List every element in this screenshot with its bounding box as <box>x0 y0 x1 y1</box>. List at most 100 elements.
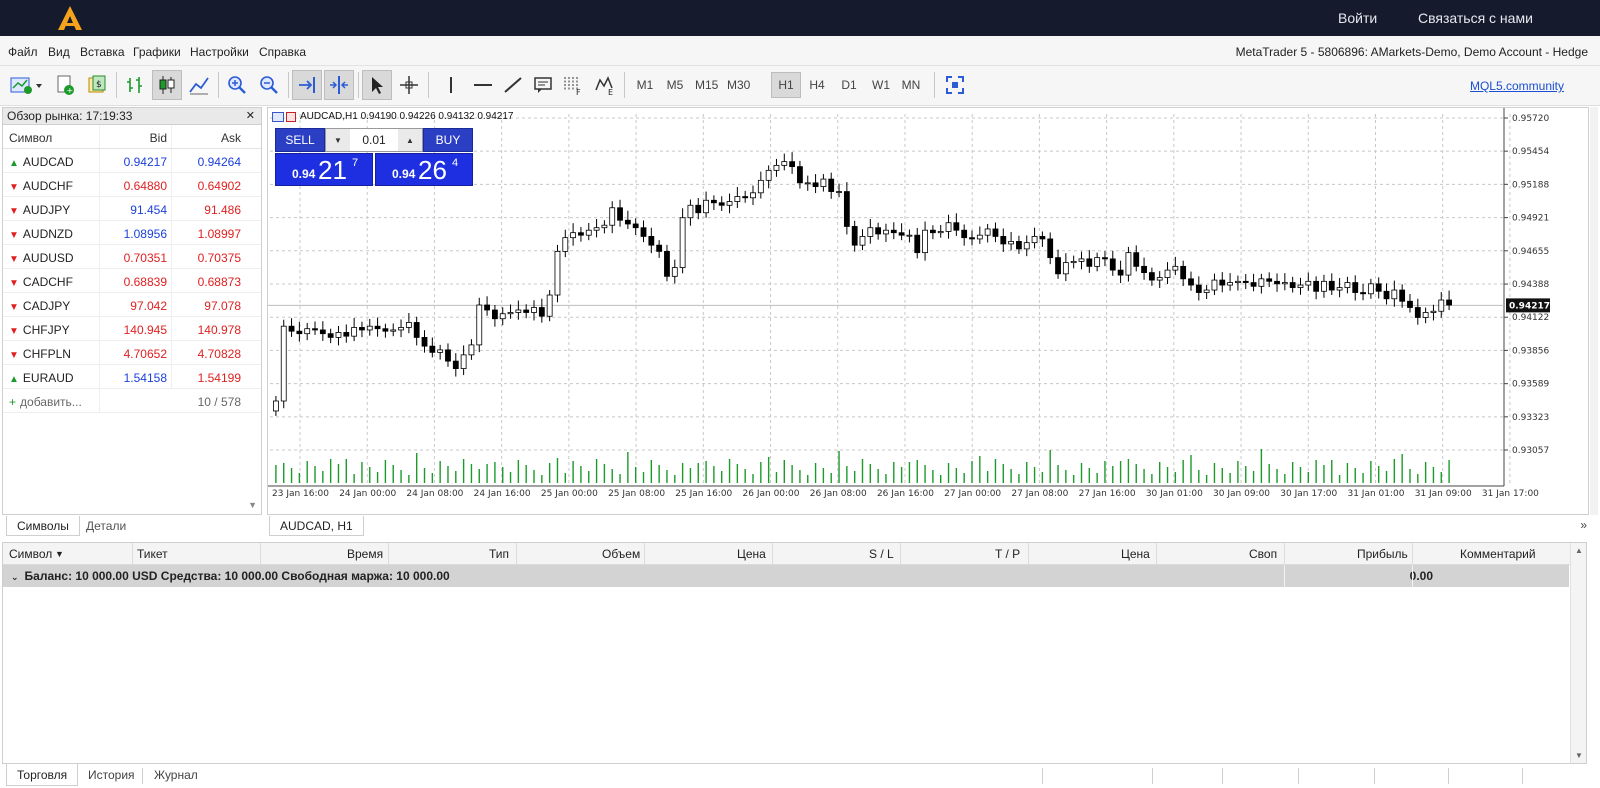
close-icon[interactable]: ✕ <box>246 109 255 122</box>
chart-shift-icon[interactable] <box>324 70 354 100</box>
lot-value[interactable]: 0.01 <box>350 133 398 147</box>
buy-price-box[interactable]: 0.94 26 4 <box>375 153 473 186</box>
scroll-up-icon[interactable]: ▲ <box>1575 546 1583 555</box>
menu-settings[interactable]: Настройки <box>190 45 249 59</box>
market-watch-row[interactable]: ▼ CADJPY 97.042 97.078 <box>3 293 261 317</box>
tf-m5[interactable]: M5 <box>662 72 688 98</box>
mql5-community-link[interactable]: MQL5.community <box>1470 79 1564 93</box>
menu-view[interactable]: Вид <box>48 45 70 59</box>
market-watch-row[interactable]: ▼ AUDUSD 0.70351 0.70375 <box>3 245 261 269</box>
candle-body <box>953 222 960 231</box>
right-scrollbar[interactable] <box>1590 107 1598 515</box>
header-sl[interactable]: S / L <box>869 547 894 561</box>
horizontal-line-icon[interactable] <box>468 70 498 100</box>
collapse-icon[interactable]: ⌄ <box>11 572 19 582</box>
header-volume[interactable]: Объем <box>602 547 640 561</box>
add-symbol-row[interactable]: + добавить... 10 / 578 <box>3 389 261 413</box>
tab-symbols[interactable]: Символы <box>6 516 80 536</box>
tf-h1[interactable]: H1 <box>771 72 801 98</box>
x-tick-label: 31 Jan 09:00 <box>1415 489 1472 499</box>
scroll-down-icon[interactable]: ▼ <box>248 500 257 510</box>
menu-insert[interactable]: Вставка <box>80 45 125 59</box>
buy-button[interactable]: BUY <box>423 128 473 152</box>
header-price[interactable]: Цена <box>737 547 766 561</box>
x-tick-label: 25 Jan 08:00 <box>608 489 665 499</box>
header-ticket[interactable]: Тикет <box>137 547 168 561</box>
header-profit[interactable]: Прибыль <box>1357 547 1408 561</box>
cursor-icon[interactable] <box>362 70 392 100</box>
chart-tab-audcad[interactable]: AUDCAD, H1 <box>269 516 364 536</box>
bid-column-header[interactable]: Bid <box>99 131 167 145</box>
candle-body <box>1008 241 1015 245</box>
header-comment[interactable]: Комментарий <box>1460 547 1536 561</box>
market-watch-row[interactable]: ▼ AUDJPY 91.454 91.486 <box>3 197 261 221</box>
new-chart-icon[interactable] <box>6 70 46 100</box>
market-watch-row[interactable]: ▼ CADCHF 0.68839 0.68873 <box>3 269 261 293</box>
algo-trading-icon[interactable]: $ <box>82 70 112 100</box>
fibonacci-icon[interactable]: F <box>558 70 588 100</box>
tab-history[interactable]: История <box>78 764 145 786</box>
market-watch-row[interactable]: ▲ EURAUD 1.54158 1.54199 <box>3 365 261 389</box>
new-order-icon[interactable]: + <box>50 70 80 100</box>
header-swap[interactable]: Своп <box>1249 547 1277 561</box>
header-symbol[interactable]: Символ <box>9 547 52 561</box>
login-link[interactable]: Войти <box>1338 10 1377 26</box>
zoom-out-icon[interactable] <box>254 70 284 100</box>
bar-chart-icon[interactable] <box>120 70 150 100</box>
market-watch-row[interactable]: ▼ CHFJPY 140.945 140.978 <box>3 317 261 341</box>
candle-body <box>390 329 397 332</box>
ask-column-header[interactable]: Ask <box>173 131 241 145</box>
sell-button[interactable]: SELL <box>275 128 325 152</box>
menu-charts[interactable]: Графики <box>133 45 181 59</box>
symbol-column-header[interactable]: Символ <box>9 131 52 145</box>
tf-mn[interactable]: MN <box>898 72 924 98</box>
candlestick-icon[interactable] <box>152 70 182 100</box>
tf-m15[interactable]: M15 <box>692 72 721 98</box>
sell-price-box[interactable]: 0.94 21 7 <box>275 153 373 186</box>
ask-price: 1.54199 <box>197 371 241 385</box>
header-current-price[interactable]: Цена <box>1121 547 1150 561</box>
lot-decrease-icon[interactable]: ▼ <box>326 129 350 151</box>
market-watch-row[interactable]: ▼ CHFPLN 4.70652 4.70828 <box>3 341 261 365</box>
candle-body <box>1407 300 1413 308</box>
candle-body <box>327 333 334 338</box>
header-tp[interactable]: T / P <box>995 547 1020 561</box>
candle-body <box>1125 252 1132 276</box>
contact-link[interactable]: Связаться с нами <box>1418 10 1533 26</box>
tab-journal[interactable]: Журнал <box>144 764 208 786</box>
zoom-in-icon[interactable] <box>222 70 252 100</box>
tf-m30[interactable]: M30 <box>724 72 753 98</box>
candle-body <box>687 204 694 219</box>
tf-h4[interactable]: H4 <box>804 72 830 98</box>
fullscreen-icon[interactable] <box>940 70 970 100</box>
crosshair-icon[interactable] <box>394 70 424 100</box>
lot-stepper[interactable]: ▼ 0.01 ▲ <box>325 128 423 152</box>
tab-details[interactable]: Детали <box>76 516 136 536</box>
menu-help[interactable]: Справка <box>259 45 306 59</box>
trendline-icon[interactable] <box>498 70 528 100</box>
amarkets-logo-icon[interactable] <box>56 4 84 32</box>
header-type[interactable]: Тип <box>489 547 509 561</box>
lot-increase-icon[interactable]: ▲ <box>398 129 422 151</box>
more-tabs-icon[interactable]: » <box>1580 518 1587 532</box>
market-watch-row[interactable]: ▲ AUDCAD 0.94217 0.94264 <box>3 149 261 173</box>
market-watch-row[interactable]: ▼ AUDNZD 1.08956 1.08997 <box>3 221 261 245</box>
vertical-line-icon[interactable] <box>436 70 466 100</box>
sort-desc-icon[interactable]: ▼ <box>55 549 64 559</box>
line-chart-icon[interactable] <box>184 70 214 100</box>
tf-m1[interactable]: M1 <box>632 72 658 98</box>
text-icon[interactable] <box>528 70 558 100</box>
market-watch-row[interactable]: ▼ AUDCHF 0.64880 0.64902 <box>3 173 261 197</box>
x-tick-label: 31 Jan 17:00 <box>1482 489 1539 499</box>
tab-trade[interactable]: Торговля <box>6 764 79 786</box>
elliott-icon[interactable]: E <box>590 70 620 100</box>
scroll-down-icon[interactable]: ▼ <box>1575 751 1583 760</box>
header-time[interactable]: Время <box>347 547 383 561</box>
autoscroll-icon[interactable] <box>292 70 322 100</box>
menu-file[interactable]: Файл <box>8 45 38 59</box>
tf-d1[interactable]: D1 <box>836 72 862 98</box>
balance-row[interactable]: ⌄ Баланс: 10 000.00 USD Средства: 10 000.… <box>3 565 1569 587</box>
tf-w1[interactable]: W1 <box>868 72 894 98</box>
candle-body <box>343 332 350 337</box>
terminal-scrollbar[interactable]: ▲ ▼ <box>1570 543 1586 763</box>
